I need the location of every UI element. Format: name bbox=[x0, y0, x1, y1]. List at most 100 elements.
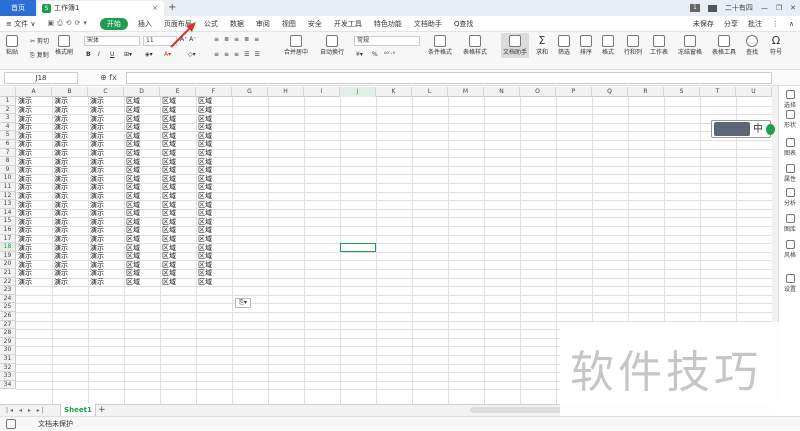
table-cell[interactable]: 演示 bbox=[88, 261, 104, 269]
table-cell[interactable]: 区域 bbox=[160, 97, 176, 105]
table-cell[interactable]: 演示 bbox=[88, 209, 104, 217]
table-cell[interactable]: 区域 bbox=[160, 106, 176, 114]
table-cell[interactable]: 区域 bbox=[196, 209, 212, 217]
row-header-28[interactable]: 28 bbox=[0, 329, 16, 338]
vertical-align-icons[interactable]: ≡≣≡≣≡ bbox=[214, 36, 264, 43]
selected-cell[interactable] bbox=[340, 243, 376, 252]
more-icon[interactable]: ⋮ bbox=[772, 20, 779, 28]
table-cell[interactable]: 演示 bbox=[88, 218, 104, 226]
share-button[interactable]: 分享 bbox=[724, 19, 738, 29]
table-cell[interactable]: 区域 bbox=[160, 166, 176, 174]
row-header-18[interactable]: 18 bbox=[0, 243, 16, 252]
table-cell[interactable]: 演示 bbox=[52, 123, 68, 131]
table-cell[interactable]: 区域 bbox=[196, 175, 212, 183]
table-cell[interactable]: 演示 bbox=[16, 244, 32, 252]
row-header-8[interactable]: 8 bbox=[0, 157, 16, 166]
table-cell[interactable]: 演示 bbox=[16, 140, 32, 148]
table-cell[interactable]: 区域 bbox=[160, 183, 176, 191]
table-cell[interactable]: 演示 bbox=[16, 115, 32, 123]
table-cell[interactable]: 演示 bbox=[52, 158, 68, 166]
table-cell[interactable]: 区域 bbox=[124, 209, 140, 217]
new-tab-button[interactable]: + bbox=[168, 0, 176, 16]
row-header-20[interactable]: 20 bbox=[0, 260, 16, 269]
row-header-29[interactable]: 29 bbox=[0, 337, 16, 347]
column-header-b[interactable]: B bbox=[52, 87, 88, 97]
row-header-19[interactable]: 19 bbox=[0, 251, 16, 261]
table-cell[interactable]: 区域 bbox=[124, 166, 140, 174]
table-cell[interactable]: 演示 bbox=[16, 201, 32, 209]
row-header-10[interactable]: 10 bbox=[0, 174, 16, 183]
table-cell[interactable]: 演示 bbox=[16, 149, 32, 157]
menu-doc-helper[interactable]: 文档助手 bbox=[408, 19, 448, 29]
table-cell[interactable]: 区域 bbox=[196, 123, 212, 131]
table-cell[interactable]: 区域 bbox=[124, 97, 140, 105]
table-cell[interactable]: 演示 bbox=[52, 183, 68, 191]
table-cell[interactable]: 演示 bbox=[88, 252, 104, 260]
sheet-nav-icons[interactable]: |◂ ◂ ▸ ▸| bbox=[6, 405, 46, 416]
table-cell[interactable]: 区域 bbox=[196, 244, 212, 252]
table-cell[interactable]: 区域 bbox=[160, 132, 176, 140]
column-header-o[interactable]: O bbox=[520, 87, 556, 97]
table-cell[interactable]: 区域 bbox=[196, 261, 212, 269]
freeze-button[interactable]: 冻结窗格 bbox=[678, 35, 702, 56]
menu-view[interactable]: 视图 bbox=[276, 19, 302, 29]
restore-icon[interactable]: ❐ bbox=[776, 4, 782, 12]
table-cell[interactable]: 区域 bbox=[160, 201, 176, 209]
table-cell[interactable]: 演示 bbox=[88, 106, 104, 114]
table-style-button[interactable]: 表格样式 bbox=[463, 35, 487, 56]
table-cell[interactable]: 区域 bbox=[196, 235, 212, 243]
table-cell[interactable]: 区域 bbox=[160, 244, 176, 252]
table-cell[interactable]: 区域 bbox=[124, 226, 140, 234]
column-header-c[interactable]: C bbox=[88, 87, 124, 97]
table-cell[interactable]: 区域 bbox=[160, 235, 176, 243]
table-cell[interactable]: 区域 bbox=[124, 235, 140, 243]
side-panel-gallery[interactable]: 图库 bbox=[779, 214, 800, 233]
find-button[interactable]: 查找 bbox=[746, 35, 758, 56]
table-cell[interactable]: 演示 bbox=[16, 166, 32, 174]
table-cell[interactable]: 区域 bbox=[124, 269, 140, 277]
menu-data[interactable]: 数据 bbox=[224, 19, 250, 29]
table-cell[interactable]: 演示 bbox=[52, 106, 68, 114]
italic-button[interactable]: I bbox=[98, 51, 100, 58]
table-cell[interactable]: 区域 bbox=[196, 166, 212, 174]
user-name[interactable]: 二十有四 bbox=[725, 3, 753, 13]
table-cell[interactable]: 演示 bbox=[88, 158, 104, 166]
column-header-a[interactable]: A bbox=[16, 87, 52, 97]
table-cell[interactable]: 演示 bbox=[16, 97, 32, 105]
row-header-7[interactable]: 7 bbox=[0, 148, 16, 158]
table-cell[interactable]: 演示 bbox=[88, 97, 104, 105]
underline-button[interactable]: U bbox=[110, 51, 114, 58]
table-cell[interactable]: 区域 bbox=[160, 261, 176, 269]
row-header-4[interactable]: 4 bbox=[0, 122, 16, 132]
row-header-30[interactable]: 30 bbox=[0, 346, 16, 355]
paste-button[interactable]: 粘贴 bbox=[6, 35, 18, 56]
table-cell[interactable]: 演示 bbox=[16, 132, 32, 140]
table-cell[interactable]: 区域 bbox=[160, 140, 176, 148]
menu-security[interactable]: 安全 bbox=[302, 19, 328, 29]
row-header-31[interactable]: 31 bbox=[0, 355, 16, 364]
add-sheet-button[interactable]: + bbox=[98, 404, 106, 416]
table-cell[interactable]: 区域 bbox=[160, 175, 176, 183]
column-header-s[interactable]: S bbox=[664, 87, 700, 97]
table-cell[interactable]: 演示 bbox=[16, 209, 32, 217]
rowcol-button[interactable]: 行和列 bbox=[624, 35, 642, 56]
table-cell[interactable]: 区域 bbox=[160, 252, 176, 260]
table-cell[interactable]: 区域 bbox=[196, 140, 212, 148]
column-header-f[interactable]: F bbox=[196, 87, 232, 97]
table-cell[interactable]: 演示 bbox=[52, 175, 68, 183]
side-panel-properties[interactable]: 属性 bbox=[779, 164, 800, 183]
table-cell[interactable]: 演示 bbox=[52, 235, 68, 243]
format-painter-button[interactable]: 格式刷 bbox=[55, 35, 73, 56]
table-cell[interactable]: 区域 bbox=[160, 278, 176, 286]
conditional-format-button[interactable]: 条件格式 bbox=[428, 35, 452, 56]
table-cell[interactable]: 演示 bbox=[52, 278, 68, 286]
table-cell[interactable]: 演示 bbox=[52, 226, 68, 234]
table-cell[interactable]: 区域 bbox=[196, 252, 212, 260]
avatar[interactable] bbox=[707, 4, 717, 12]
worksheet-button[interactable]: 工作表 bbox=[650, 35, 668, 56]
side-panel-analysis[interactable]: 分析 bbox=[779, 188, 800, 207]
number-format-select[interactable]: 常规 bbox=[354, 36, 420, 46]
format-button[interactable]: 格式 bbox=[602, 35, 614, 56]
table-cell[interactable]: 区域 bbox=[124, 132, 140, 140]
table-cell[interactable]: 演示 bbox=[52, 201, 68, 209]
